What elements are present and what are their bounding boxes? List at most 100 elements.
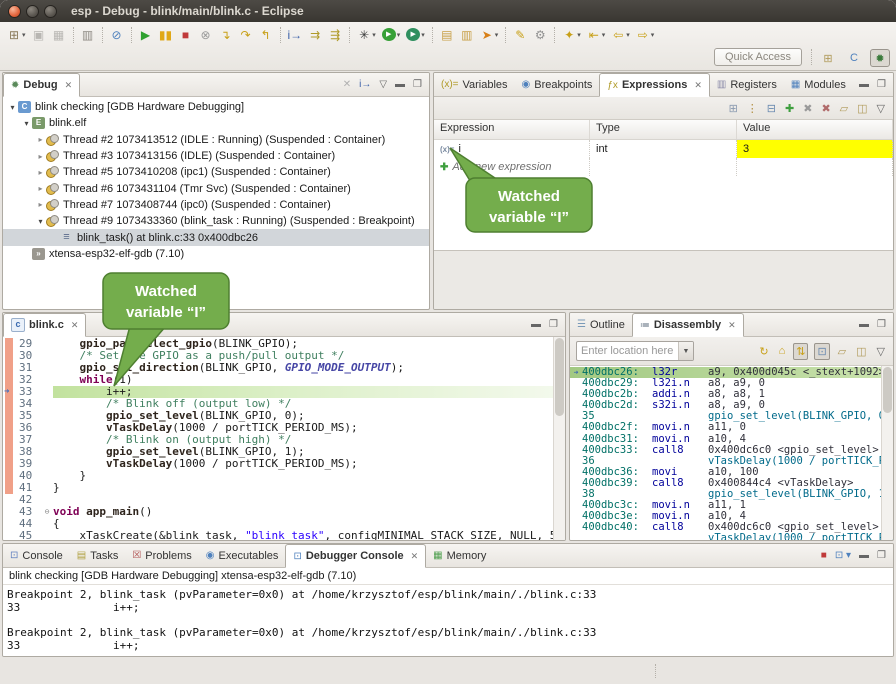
instruction-pointer-breakpoint-icon[interactable]: ➜: [4, 386, 9, 398]
step-into-button[interactable]: ↴: [217, 27, 235, 43]
column-header-value[interactable]: Value: [737, 120, 893, 139]
disassembly-instruction-line[interactable]: 400dbc31:movi.na10, 4: [570, 434, 882, 445]
location-combo[interactable]: Enter location here ▼: [576, 341, 694, 361]
suspend-button[interactable]: ▮▮: [157, 27, 175, 43]
pin-editor-button[interactable]: ✦▾: [560, 27, 583, 43]
expression-row[interactable]: (x)= i int 3: [434, 140, 893, 158]
tab-problems[interactable]: ☒Problems: [125, 544, 198, 567]
annotation-margin[interactable]: [3, 362, 17, 374]
maximize-icon[interactable]: ❐: [877, 550, 886, 561]
debug-tree-row[interactable]: ▸Thread #6 1073431104 (Tmr Svc) (Suspend…: [3, 180, 429, 196]
forward-button[interactable]: ⇨▾: [634, 27, 657, 43]
expand-arrow-icon[interactable]: ▸: [35, 184, 46, 193]
annotation-margin[interactable]: [3, 434, 17, 446]
tab-tasks[interactable]: ▤Tasks: [70, 544, 126, 567]
close-tab-icon[interactable]: ✕: [728, 320, 736, 331]
maximize-icon[interactable]: ❐: [877, 79, 886, 90]
remove-all-expressions-button[interactable]: ✖: [821, 102, 830, 115]
view-menu-button[interactable]: ▽: [877, 102, 885, 115]
annotation-margin[interactable]: [3, 530, 17, 541]
open-element-button[interactable]: ▥: [458, 27, 476, 43]
debug-tree-row[interactable]: ▸Thread #3 1073413156 (IDLE) (Suspended …: [3, 148, 429, 164]
step-over-button[interactable]: ↷: [237, 27, 255, 43]
disassembly-scrollbar[interactable]: [881, 366, 893, 541]
minimize-icon[interactable]: ▬: [859, 550, 869, 561]
debug-tree-row[interactable]: ▾Thread #9 1073433360 (blink_task : Runn…: [3, 213, 429, 229]
annotation-margin[interactable]: [3, 446, 17, 458]
annotation-margin[interactable]: [3, 458, 17, 470]
annotation-margin[interactable]: [3, 494, 17, 506]
run-button[interactable]: ▶▾: [380, 27, 403, 42]
debug-tree-row[interactable]: ▸Thread #7 1073408744 (ipc0) (Suspended …: [3, 197, 429, 213]
expand-arrow-icon[interactable]: ▸: [35, 135, 46, 144]
add-expression-row[interactable]: ✚ Add new expression: [434, 158, 893, 176]
instruction-stepping-toggle-icon[interactable]: i→: [359, 79, 371, 90]
tab-modules[interactable]: ▦Modules: [784, 73, 853, 96]
last-edit-location-button[interactable]: ⇤▾: [585, 27, 608, 43]
collapse-all-button[interactable]: ⊟: [767, 102, 776, 115]
combo-dropdown-icon[interactable]: ▼: [678, 342, 693, 360]
home-button[interactable]: ⌂: [777, 344, 788, 358]
quick-access-box[interactable]: Quick Access: [714, 48, 802, 66]
debug-tree-row[interactable]: »xtensa-esp32-elf-gdb (7.10): [3, 246, 429, 262]
save-all-button[interactable]: ▦: [50, 27, 68, 43]
disconnect-button[interactable]: ⊗: [197, 27, 215, 43]
tab-expressions[interactable]: ƒxExpressions✕: [599, 73, 710, 97]
sync-with-context-button[interactable]: ⇅: [793, 343, 808, 360]
remove-expression-button[interactable]: ✖: [803, 102, 812, 115]
tab-debugger-console[interactable]: ⊡Debugger Console✕: [285, 544, 426, 568]
column-header-expression[interactable]: Expression: [434, 120, 590, 139]
flash-target-button[interactable]: ➤▾: [478, 27, 501, 43]
expand-arrow-icon[interactable]: ▸: [35, 168, 46, 177]
debug-tree-row[interactable]: ▾Cblink checking [GDB Hardware Debugging…: [3, 99, 429, 115]
show-type-names-button[interactable]: ⊞: [729, 102, 738, 115]
new-wizard-button[interactable]: ⊞▾: [5, 27, 28, 43]
instruction-stepping-button[interactable]: i→: [286, 27, 305, 43]
open-perspective-button[interactable]: ⊞: [818, 49, 838, 67]
tab-console[interactable]: ⊡Console: [3, 544, 70, 567]
code-line[interactable]: 40 }: [3, 470, 554, 482]
fold-collapse-icon[interactable]: ⊖: [41, 506, 53, 518]
new-view-button[interactable]: ▱: [836, 344, 848, 359]
external-tools-button[interactable]: ▶▾: [404, 27, 427, 42]
format-button[interactable]: ✎: [511, 27, 529, 43]
back-button[interactable]: ⇦▾: [609, 27, 632, 43]
use-step-filters-button[interactable]: ⇉: [306, 27, 324, 43]
disassembly-instruction-line[interactable]: 400dbc2f:movi.na11, 0: [570, 422, 882, 433]
tab-variables[interactable]: (x)=Variables: [434, 73, 515, 96]
annotation-margin[interactable]: [3, 374, 17, 386]
annotation-margin[interactable]: [3, 518, 17, 530]
maximize-icon[interactable]: ❐: [549, 319, 558, 330]
column-header-type[interactable]: Type: [590, 120, 737, 139]
expand-arrow-icon[interactable]: ▾: [7, 103, 18, 112]
scrollbar-thumb[interactable]: [555, 338, 564, 416]
console-body[interactable]: blink checking [GDB Hardware Debugging] …: [3, 568, 893, 657]
expand-arrow-icon[interactable]: ▸: [35, 152, 46, 161]
annotation-margin[interactable]: [3, 350, 17, 362]
minimize-window-button[interactable]: [26, 5, 39, 18]
close-tab-icon[interactable]: ✕: [694, 80, 702, 91]
display-selected-console-icon[interactable]: ⊡ ▾: [835, 550, 851, 561]
tab-disassembly[interactable]: ≔Disassembly✕: [632, 313, 744, 337]
open-new-view-button[interactable]: ◫: [857, 102, 867, 115]
view-menu-button[interactable]: ▽: [875, 344, 887, 359]
annotation-margin[interactable]: [3, 338, 17, 350]
scrollbar-thumb[interactable]: [883, 367, 892, 413]
debug-configurations-button[interactable]: ✳▾: [355, 27, 378, 43]
editor-scrollbar[interactable]: [553, 337, 565, 541]
debug-tree-row[interactable]: ▾Eblink.elf: [3, 115, 429, 131]
skip-all-breakpoints-button[interactable]: ⊘: [108, 27, 126, 43]
new-cpp-class-button[interactable]: ▤: [438, 27, 456, 43]
annotation-margin[interactable]: [3, 470, 17, 482]
maximize-icon[interactable]: ❐: [413, 79, 422, 90]
tab-debug[interactable]: ✹Debug✕: [3, 73, 80, 97]
annotation-margin[interactable]: [3, 410, 17, 422]
expand-arrow-icon[interactable]: ▸: [35, 200, 46, 209]
refresh-button[interactable]: ↻: [757, 344, 770, 359]
terminate-console-icon[interactable]: ■: [821, 550, 827, 561]
close-tab-icon[interactable]: ✕: [411, 551, 419, 562]
annotation-margin[interactable]: [3, 398, 17, 410]
disassembly-listing[interactable]: ➜400dbc26:l32ra9, 0x400d045c <_stext+109…: [570, 366, 893, 541]
cpp-perspective-button[interactable]: C: [844, 49, 864, 67]
debug-tree-row[interactable]: ▸Thread #5 1073410208 (ipc1) (Suspended …: [3, 164, 429, 180]
